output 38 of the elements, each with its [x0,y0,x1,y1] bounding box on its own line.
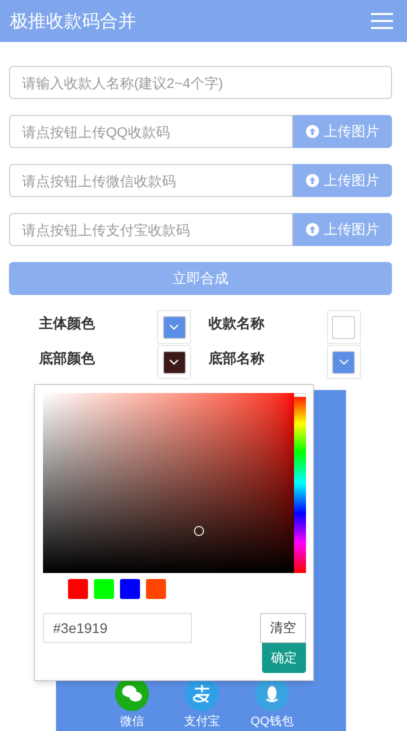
slider-handle[interactable] [294,393,306,397]
app-title: 极推收款码合并 [10,10,136,32]
upload-button[interactable]: 上传图片 [293,164,392,197]
upload-button[interactable]: 上传图片 [293,115,392,148]
compose-button[interactable]: 立即合成 [9,262,392,295]
text-input-field[interactable]: 请点按钮上传QQ收款码 [9,115,293,148]
color-swatch-button[interactable] [157,345,191,379]
text-input-field[interactable]: 请点按钮上传支付宝收款码 [9,213,293,246]
preset-swatch[interactable] [146,579,166,599]
preset-swatch[interactable] [94,579,114,599]
color-swatch-button[interactable] [326,310,360,344]
upload-icon [306,174,318,187]
option-label: 主体颜色 [39,314,96,333]
upload-button[interactable]: 上传图片 [293,213,392,246]
payment-label: 微信 [120,713,144,730]
preset-swatch[interactable] [120,579,140,599]
chevron-down-icon [169,359,179,365]
color-swatch-button[interactable] [157,310,191,344]
option-label: 收款名称 [208,314,266,333]
color-field[interactable] [43,393,294,573]
option-label: 底部名称 [208,349,266,368]
option-label: 底部颜色 [39,349,96,368]
color-swatch-button[interactable] [326,345,360,379]
preset-swatch[interactable] [68,579,88,599]
text-input-field[interactable]: 请输入收款人名称(建议2~4个字) [9,66,392,99]
chevron-down-icon [338,359,348,365]
payment-label: QQ钱包 [250,713,294,730]
hue-slider[interactable] [294,393,306,573]
upload-icon [306,125,318,138]
text-input-field[interactable]: 请点按钮上传微信收款码 [9,164,293,197]
clear-button[interactable]: 清空 [260,613,306,643]
hex-input-field[interactable]: #3e1919 [43,613,192,643]
menu-icon[interactable] [371,13,393,29]
payment-label: 支付宝 [184,713,220,730]
chevron-down-icon [169,324,179,330]
upload-icon [306,223,318,236]
confirm-button[interactable]: 确定 [262,643,306,673]
picker-cursor[interactable] [194,526,204,536]
